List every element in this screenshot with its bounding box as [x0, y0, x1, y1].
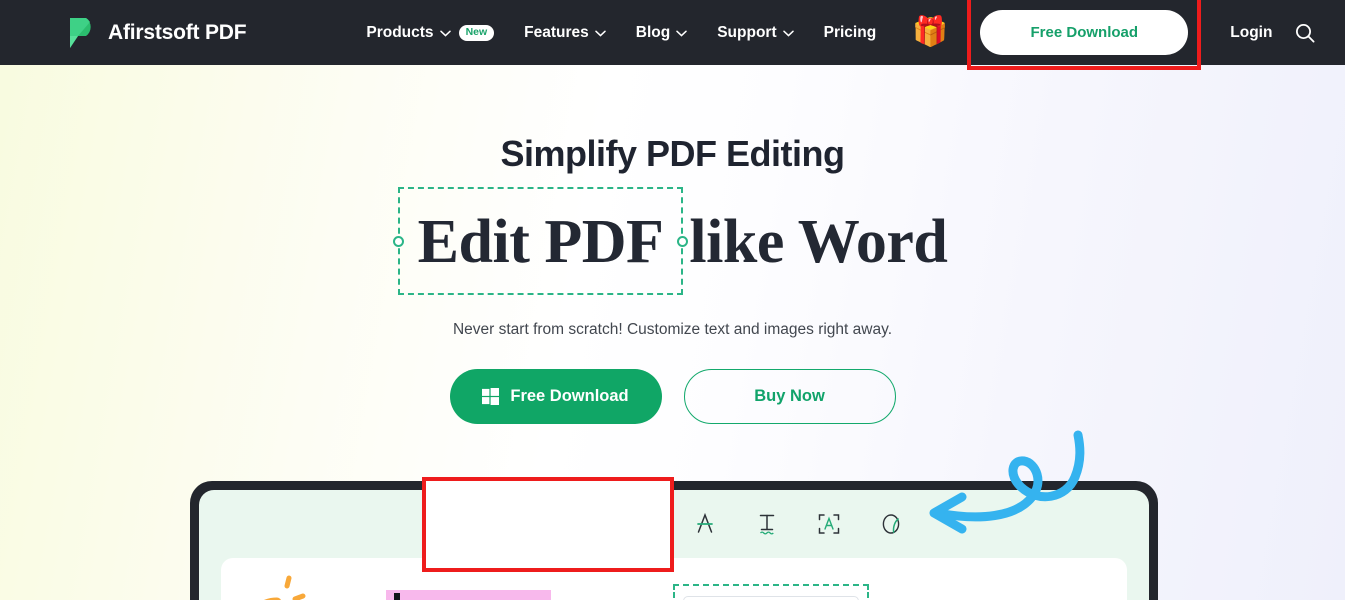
app-toolbar — [199, 490, 1149, 558]
chevron-down-icon — [595, 30, 606, 37]
strikethrough-icon[interactable] — [692, 511, 718, 537]
app-document-area — [221, 558, 1127, 600]
nav-item-blog[interactable]: Blog — [636, 24, 687, 42]
hero-kicker: Simplify PDF Editing — [500, 133, 845, 174]
header-download-wrap: Free Download — [967, 0, 1202, 70]
app-mockup-screen — [199, 490, 1149, 600]
hero-title-selected-phrase[interactable]: Edit PDF — [393, 187, 688, 295]
nav-label-pricing: Pricing — [823, 23, 877, 41]
nav-label-blog: Blog — [635, 23, 671, 41]
eraser-icon[interactable] — [878, 511, 904, 537]
nav-item-support[interactable]: Support — [717, 23, 794, 42]
hero-free-download-label: Free Download — [510, 387, 629, 405]
ocr-scan-icon[interactable] — [816, 511, 842, 537]
document-input-field[interactable] — [683, 596, 859, 600]
chevron-down-icon — [782, 30, 794, 37]
new-badge: New — [458, 24, 495, 41]
site-header: Afirstsoft PDF Products New Features Blo… — [0, 0, 1345, 70]
chevron-down-icon — [676, 30, 687, 37]
nav-label-products: Products — [366, 23, 434, 41]
text-icon[interactable] — [754, 511, 780, 537]
brand-name: Afirstsoft PDF — [108, 20, 247, 44]
underline-icon[interactable] — [630, 511, 656, 537]
gift-box-icon[interactable]: 🎁 — [912, 18, 948, 47]
selection-handle-right-icon[interactable] — [676, 235, 688, 247]
windows-icon — [482, 388, 500, 405]
highlighter-pen-icon[interactable] — [568, 511, 594, 537]
chevron-down-icon — [439, 30, 451, 37]
hero-subtitle: Never start from scratch! Customize text… — [452, 321, 893, 338]
highlighted-text-block — [386, 590, 551, 600]
hero-buy-now-button[interactable]: Buy Now — [683, 369, 896, 424]
brand-logo[interactable]: Afirstsoft PDF — [68, 17, 247, 48]
hero-title-selected-text: Edit PDF — [417, 208, 664, 276]
cursor-icon[interactable] — [506, 511, 532, 537]
nav-label-support: Support — [717, 23, 777, 41]
nav-item-products[interactable]: Products New — [366, 23, 495, 42]
hero-cta-row: Free Download Buy Now — [0, 369, 1345, 424]
search-icon[interactable] — [1294, 22, 1316, 44]
hero-title: Edit PDF like Word — [0, 187, 1345, 295]
hero-section: Simplify PDF Editing Edit PDF like Word … — [0, 133, 1345, 572]
nav-label-features: Features — [524, 23, 589, 41]
hero-title-rest: like Word — [689, 208, 948, 276]
nav-item-pricing[interactable]: Pricing — [824, 24, 877, 42]
afirstsoft-logo-icon — [68, 17, 97, 48]
selection-handle-left-icon[interactable] — [393, 235, 405, 247]
document-watermark-icon — [264, 575, 306, 600]
text-caret — [394, 593, 400, 600]
login-link[interactable]: Login — [1230, 24, 1272, 42]
hand-icon[interactable] — [444, 511, 470, 537]
main-nav: Products New Features Blog Support Prici… — [366, 24, 876, 42]
header-free-download-button[interactable]: Free Download — [980, 10, 1189, 55]
nav-item-features[interactable]: Features — [524, 24, 606, 42]
hero-free-download-button[interactable]: Free Download — [449, 369, 662, 424]
app-mockup-frame — [190, 481, 1158, 600]
